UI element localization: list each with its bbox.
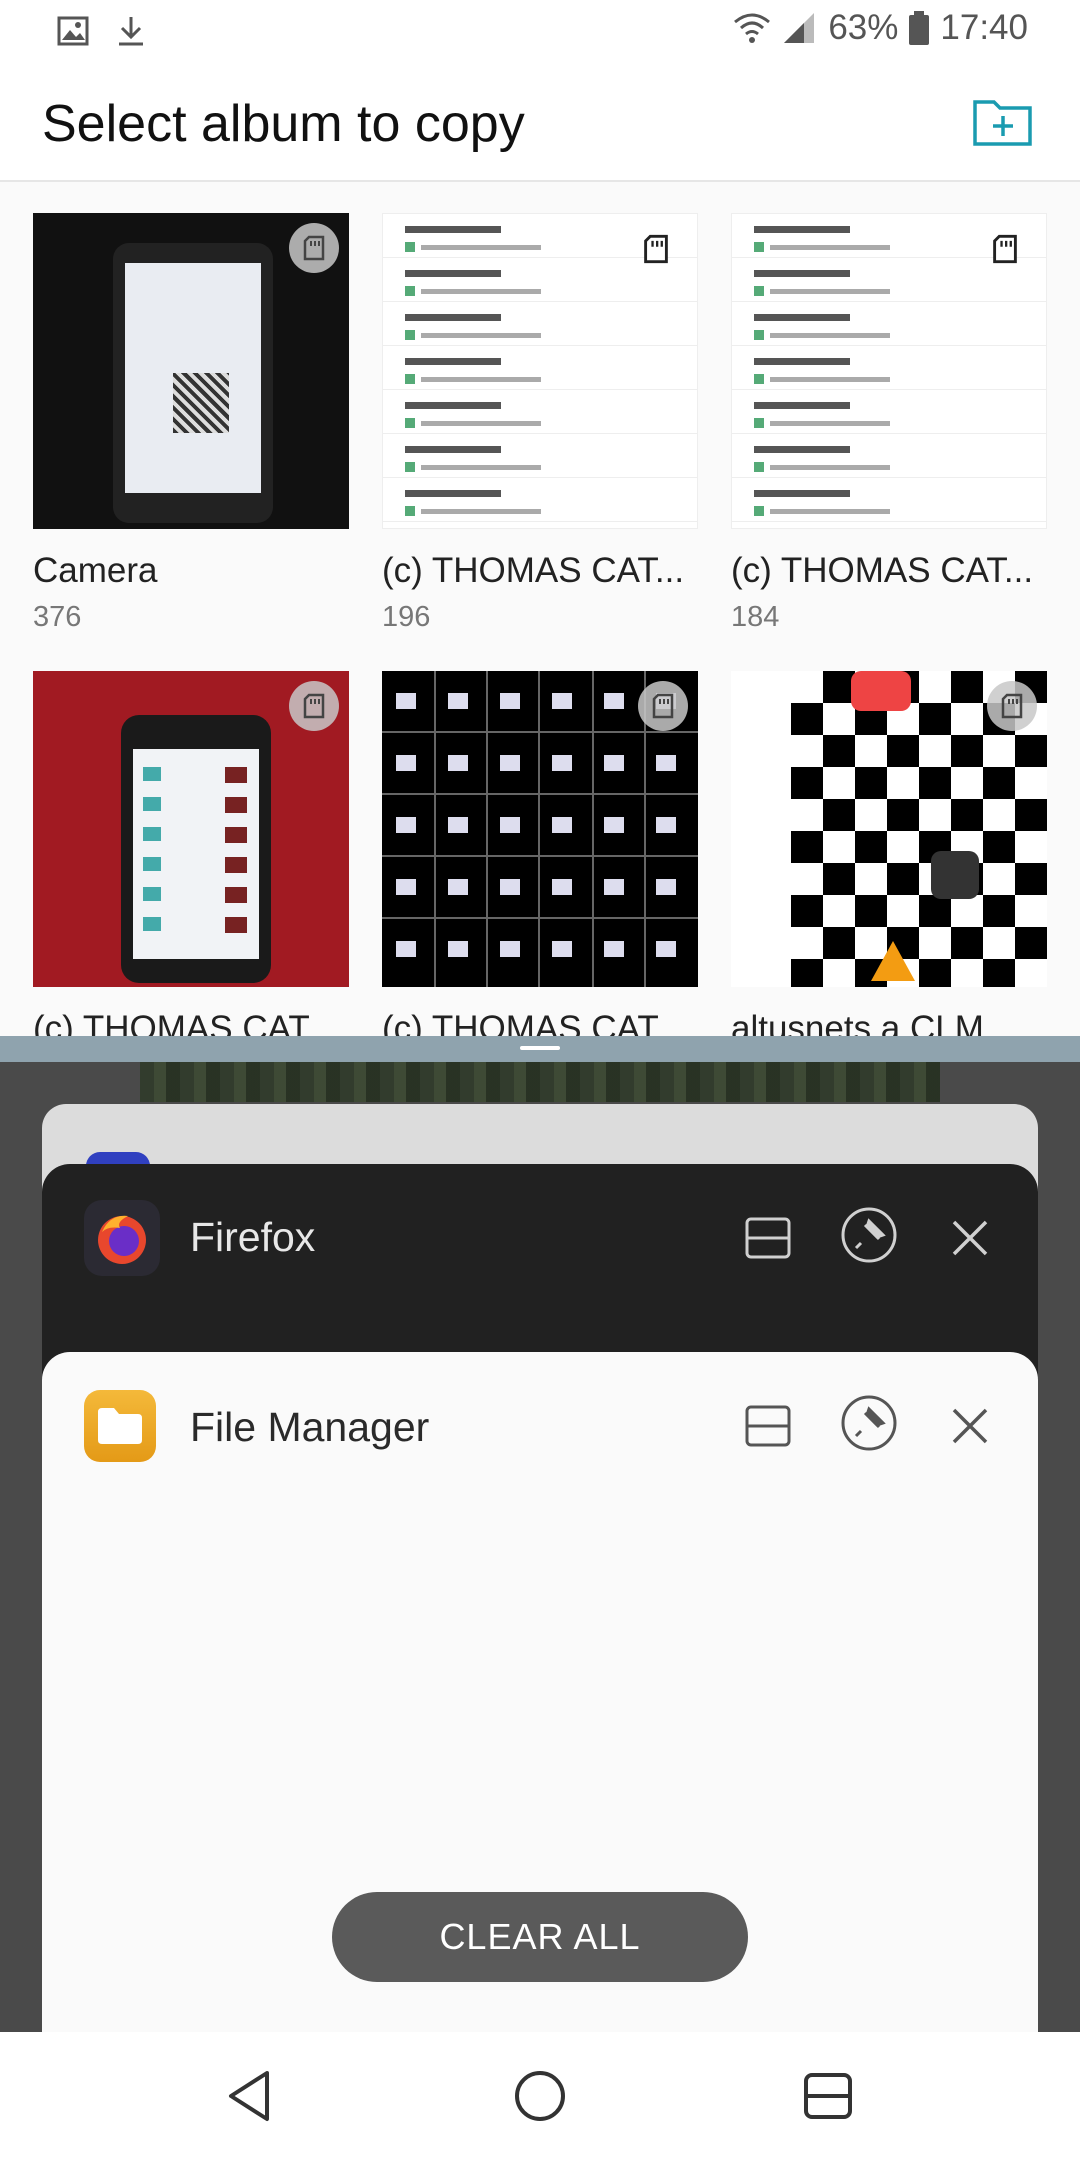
- album-thumbnail: [382, 671, 698, 987]
- album-thumbnail: [33, 671, 349, 987]
- app-header: Select album to copy: [0, 66, 1080, 182]
- album-thumbnail: [33, 213, 349, 529]
- back-button[interactable]: [220, 2066, 280, 2126]
- background-preview: [140, 1062, 940, 1102]
- close-icon: [952, 1408, 988, 1444]
- album-thumbnail: [382, 213, 698, 529]
- album-item[interactable]: altusnets a CLM: [731, 671, 1047, 1036]
- divider-handle[interactable]: [520, 1046, 560, 1050]
- battery-icon: [908, 10, 930, 46]
- download-notification-icon: [114, 14, 148, 53]
- album-count: 196: [382, 601, 431, 633]
- sd-card-icon: [992, 234, 1022, 264]
- album-count: 376: [33, 601, 82, 633]
- sd-card-icon: [289, 681, 339, 731]
- album-item[interactable]: (c) THOMAS CAT: [33, 671, 349, 1036]
- home-icon: [515, 2071, 565, 2121]
- album-name: Camera: [33, 551, 158, 590]
- pin-icon: [841, 1207, 897, 1263]
- recents-button[interactable]: [798, 2066, 858, 2126]
- pin-icon: [841, 1395, 897, 1451]
- album-name: (c) THOMAS CAT...: [382, 551, 685, 590]
- sd-card-icon: [643, 234, 673, 264]
- app-title: Firefox: [190, 1214, 316, 1260]
- signal-icon: [782, 11, 818, 45]
- close-card-button[interactable]: [940, 1396, 1000, 1456]
- split-screen-icon: [745, 1217, 791, 1259]
- album-name: (c) THOMAS CAT...: [731, 551, 1034, 590]
- recents-icon: [804, 2073, 852, 2119]
- home-button[interactable]: [510, 2066, 570, 2126]
- sd-card-icon: [987, 681, 1037, 731]
- album-name: (c) THOMAS CAT: [382, 1009, 659, 1036]
- split-view-button[interactable]: [738, 1396, 798, 1456]
- status-bar: 63% 17:40: [0, 0, 1080, 66]
- split-view-button[interactable]: [738, 1208, 798, 1268]
- clear-all-button[interactable]: CLEAR ALL: [332, 1892, 748, 1982]
- album-item[interactable]: (c) THOMAS CAT... 196: [382, 213, 698, 634]
- pin-button[interactable]: [838, 1392, 900, 1454]
- battery-percent: 63%: [828, 8, 899, 47]
- image-notification-icon: [56, 14, 90, 53]
- album-grid: Camera 376 (c) THOMAS CAT... 196 (c) THO…: [0, 182, 1080, 1036]
- sd-card-icon: [638, 681, 688, 731]
- page-title: Select album to copy: [42, 95, 525, 153]
- album-name: (c) THOMAS CAT: [33, 1009, 310, 1036]
- album-item[interactable]: Camera 376: [33, 213, 349, 634]
- album-name: altusnets a CLM: [731, 1009, 984, 1036]
- recent-apps-overview: Firefox File Manager CLEAR ALL: [0, 1062, 1080, 2032]
- app-title: File Manager: [190, 1404, 430, 1450]
- split-screen-divider[interactable]: [0, 1036, 1080, 1062]
- firefox-icon: [84, 1200, 160, 1276]
- pin-button[interactable]: [838, 1204, 900, 1266]
- file-manager-icon: [84, 1390, 156, 1462]
- back-icon: [229, 2071, 269, 2121]
- wifi-icon: [732, 11, 772, 45]
- close-card-button[interactable]: [940, 1208, 1000, 1268]
- album-item[interactable]: (c) THOMAS CAT... 184: [731, 213, 1047, 634]
- album-item[interactable]: (c) THOMAS CAT: [382, 671, 698, 1036]
- album-count: 184: [731, 601, 780, 633]
- new-folder-button[interactable]: [972, 94, 1034, 150]
- folder-add-icon: [973, 100, 1032, 146]
- album-thumbnail: [731, 213, 1047, 529]
- sd-card-icon: [289, 223, 339, 273]
- close-icon: [952, 1220, 988, 1256]
- navigation-bar: [0, 2032, 1080, 2160]
- split-screen-icon: [745, 1405, 791, 1447]
- album-thumbnail: [731, 671, 1047, 987]
- clock: 17:40: [940, 8, 1028, 47]
